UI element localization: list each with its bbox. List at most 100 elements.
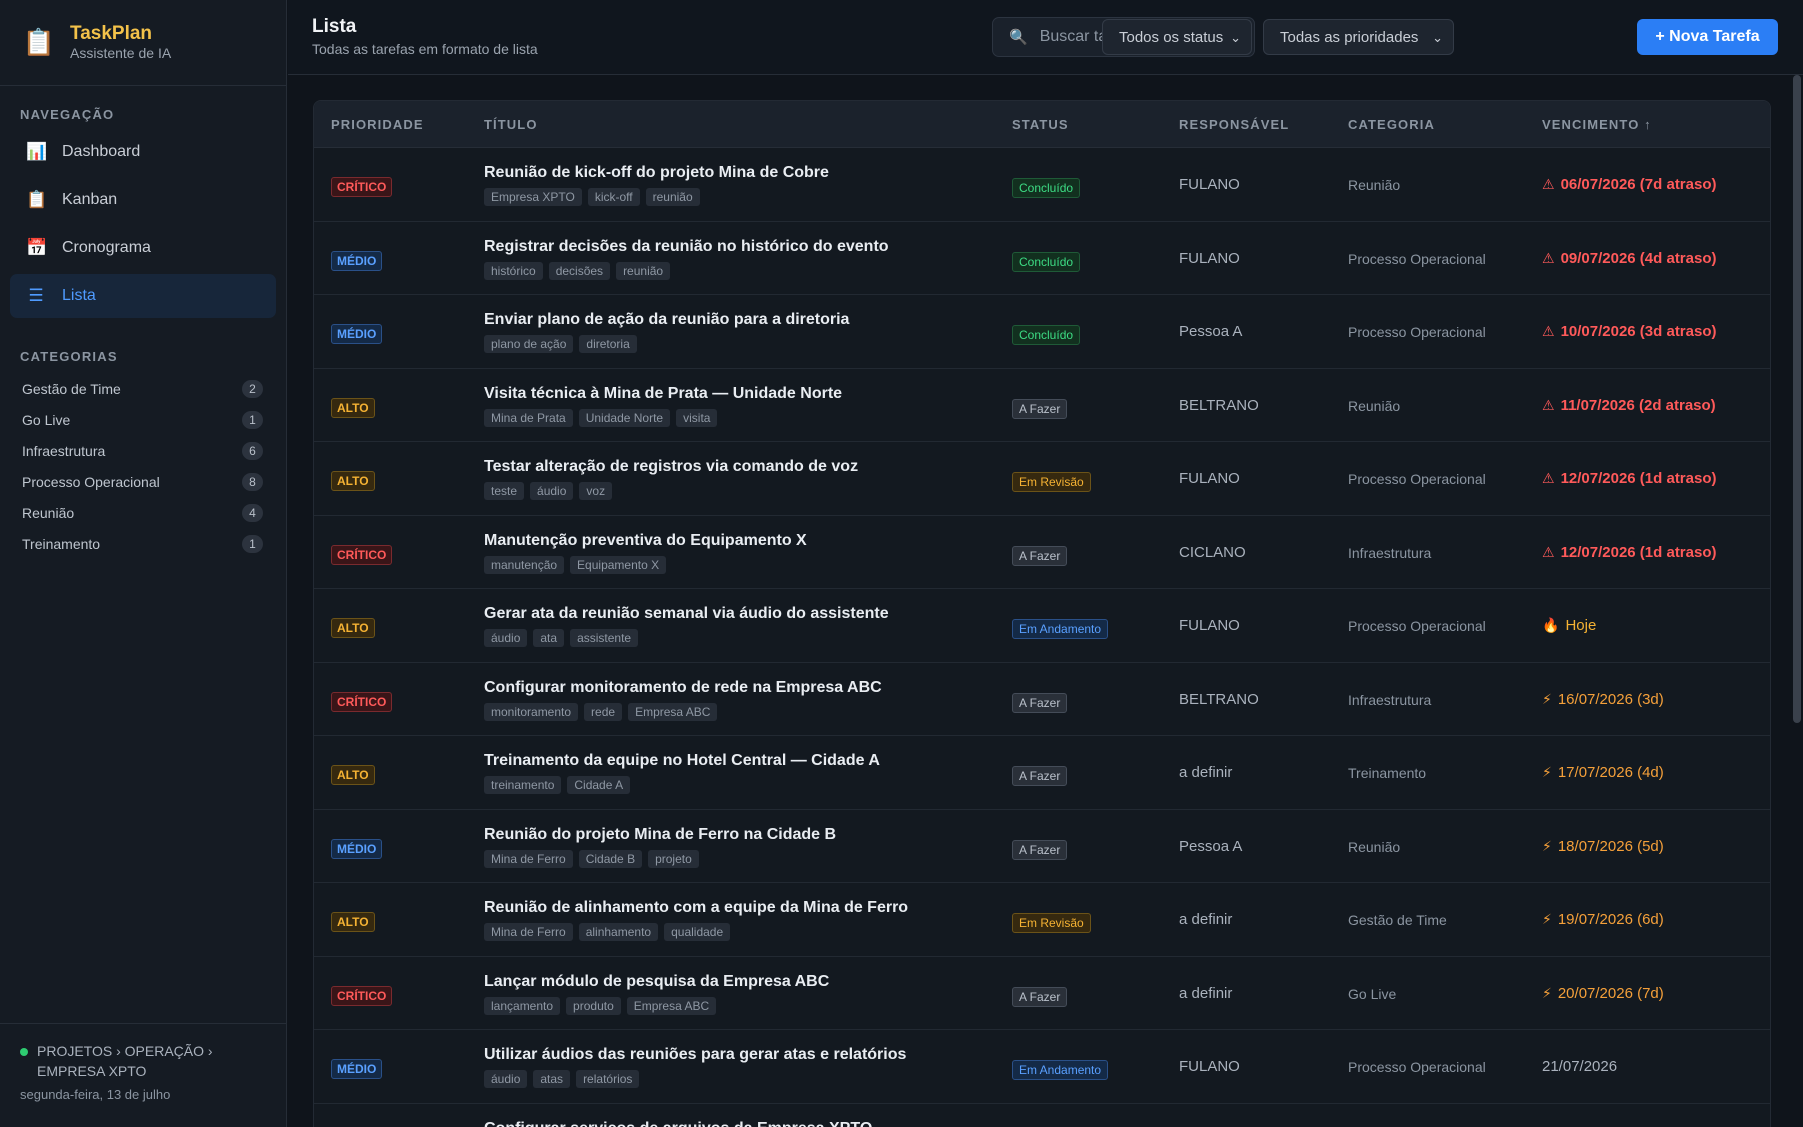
task-title[interactable]: Manutenção preventiva do Equipamento X [484, 532, 807, 550]
column-header-owner[interactable]: RESPONSÁVEL [1179, 117, 1289, 132]
task-tag: Equipamento X [570, 555, 667, 574]
status-filter-select[interactable]: Todos os status ⌄ [1102, 19, 1252, 55]
table-row[interactable]: MÉDIO Utilizar áudios das reuniões para g… [314, 1030, 1770, 1104]
category-item[interactable]: Gestão de Time 2 [0, 373, 286, 404]
sidebar-footer: PROJETOS › OPERAÇÃO › EMPRESA XPTO segun… [0, 1023, 286, 1127]
table-row[interactable]: CRÍTICO Manutenção preventiva do Equipame… [314, 516, 1770, 589]
due-date: 21/07/2026 [1542, 1058, 1617, 1075]
new-task-button[interactable]: + Nova Tarefa [1637, 19, 1778, 55]
task-category: Processo Operacional [1348, 471, 1486, 487]
due-date: ⚠ 12/07/2026 (1d atraso) [1542, 470, 1717, 487]
table-row[interactable]: CRÍTICO Lançar módulo de pesquisa da Empr… [314, 957, 1770, 1030]
category-item[interactable]: Reunião 4 [0, 497, 286, 528]
task-tag: diretoria [579, 335, 637, 353]
priority-badge: CRÍTICO [331, 177, 393, 197]
task-tag: projeto [648, 849, 699, 868]
due-date: ⚡ 20/07/2026 (7d) [1542, 985, 1664, 1002]
nav-item-lista[interactable]: ☰ Lista [10, 274, 276, 318]
column-header-priority[interactable]: PRIORIDADE [331, 117, 424, 132]
table-row[interactable]: Configurar serviços de arquivos da Empre… [314, 1104, 1770, 1127]
task-tag: Cidade B [578, 849, 643, 868]
brand[interactable]: 📋 TaskPlan Assistente de IA [0, 0, 286, 86]
task-title[interactable]: Reunião de kick-off do projeto Mina de C… [484, 164, 829, 182]
due-date: ⚡ 17/07/2026 (4d) [1542, 764, 1664, 781]
table-row[interactable]: CRÍTICO Configurar monitoramento de rede … [314, 663, 1770, 736]
table-row[interactable]: ALTO Gerar ata da reunião semanal via áud… [314, 589, 1770, 663]
column-header-status[interactable]: STATUS [1012, 117, 1069, 132]
task-tags: Mina de Ferro Cidade B projeto [484, 849, 699, 868]
due-date-text: 17/07/2026 (4d) [1557, 764, 1664, 781]
task-tag: histórico [484, 261, 543, 280]
task-tags: treinamento Cidade A [484, 776, 631, 794]
clipboard-icon: 📋 [22, 27, 56, 57]
task-tag: reunião [645, 188, 700, 206]
nav-item-cronograma[interactable]: 📅 Cronograma [10, 226, 276, 270]
category-item[interactable]: Infraestrutura 6 [0, 435, 286, 466]
task-title[interactable]: Configurar serviços de arquivos da Empre… [484, 1120, 872, 1127]
table-row[interactable]: CRÍTICO Reunião de kick-off do projeto Mi… [314, 148, 1770, 222]
category-count-badge: 1 [242, 534, 263, 553]
task-tag: assistente [570, 629, 639, 647]
category-count-badge: 1 [242, 410, 263, 429]
categories-section-title: CATEGORIAS [20, 349, 118, 364]
category-label: Infraestrutura [22, 442, 106, 459]
status-badge: A Fazer [1012, 766, 1068, 786]
task-title[interactable]: Testar alteração de registros via comand… [484, 458, 858, 476]
task-title[interactable]: Registrar decisões da reunião no históri… [484, 238, 889, 256]
table-row[interactable]: ALTO Visita técnica à Mina de Prata — Uni… [314, 369, 1770, 442]
table-row[interactable]: MÉDIO Enviar plano de ação da reunião par… [314, 295, 1770, 369]
priority-badge: ALTO [331, 765, 375, 785]
column-header-title[interactable]: TÍTULO [484, 117, 538, 132]
task-title[interactable]: Utilizar áudios das reuniões para gerar … [484, 1046, 906, 1064]
task-owner: FULANO [1179, 1058, 1240, 1075]
app-subtitle: Assistente de IA [70, 45, 172, 61]
task-title[interactable]: Visita técnica à Mina de Prata — Unidade… [484, 385, 842, 403]
category-label: Go Live [22, 411, 71, 428]
list-icon: ☰ [28, 286, 44, 305]
due-date-text: 11/07/2026 (2d atraso) [1560, 396, 1716, 414]
table-row[interactable]: ALTO Testar alteração de registros via co… [314, 442, 1770, 516]
current-date: segunda-feira, 13 de julho [20, 1087, 171, 1102]
due-date-text: 18/07/2026 (5d) [1557, 837, 1664, 855]
task-tag: plano de ação [484, 335, 574, 353]
task-title[interactable]: Treinamento da equipe no Hotel Central —… [484, 752, 880, 770]
task-title[interactable]: Reunião do projeto Mina de Ferro na Cida… [484, 826, 836, 844]
sidebar: 📋 TaskPlan Assistente de IA NAVEGAÇÃO 📊 … [0, 0, 287, 1127]
task-tag: treinamento [484, 776, 562, 794]
task-title[interactable]: Enviar plano de ação da reunião para a d… [484, 311, 849, 329]
task-owner: FULANO [1179, 249, 1240, 267]
table-row[interactable]: MÉDIO Registrar decisões da reunião no hi… [314, 222, 1770, 295]
priority-filter-select[interactable]: Todas as prioridades ⌄ [1263, 19, 1454, 55]
column-header-category[interactable]: CATEGORIA [1348, 117, 1435, 132]
nav-item-kanban[interactable]: 📋 Kanban [10, 178, 276, 222]
task-title[interactable]: Configurar monitoramento de rede na Empr… [484, 679, 882, 697]
nav-item-dashboard[interactable]: 📊 Dashboard [10, 130, 276, 174]
page-header: Lista Todas as tarefas em formato de lis… [288, 0, 1803, 75]
task-tag: teste [484, 482, 525, 500]
task-tag: relatórios [576, 1070, 640, 1088]
task-title[interactable]: Lançar módulo de pesquisa da Empresa ABC [484, 973, 829, 991]
table-row[interactable]: ALTO Reunião de alinhamento com a equipe … [314, 883, 1770, 957]
task-title[interactable]: Reunião de alinhamento com a equipe da M… [484, 899, 908, 917]
category-item[interactable]: Treinamento 1 [0, 528, 286, 559]
due-date: ⚡ 18/07/2026 (5d) [1542, 838, 1664, 855]
app-name: TaskPlan [70, 23, 153, 44]
online-status-dot [20, 1048, 28, 1056]
task-title[interactable]: Gerar ata da reunião semanal via áudio d… [484, 605, 889, 623]
due-date-text: 06/07/2026 (7d atraso) [1560, 176, 1717, 193]
table-row[interactable]: MÉDIO Reunião do projeto Mina de Ferro na… [314, 810, 1770, 883]
category-item[interactable]: Processo Operacional 8 [0, 466, 286, 497]
table-header: PRIORIDADE TÍTULO STATUS RESPONSÁVEL CAT… [314, 101, 1770, 148]
scrollbar[interactable] [1793, 75, 1801, 723]
lightning-icon: ⚡ [1542, 911, 1552, 927]
column-header-due-date[interactable]: VENCIMENTO ↑ [1542, 117, 1652, 132]
category-item[interactable]: Go Live 1 [0, 404, 286, 435]
status-badge: Em Revisão [1012, 913, 1091, 933]
table-row[interactable]: ALTO Treinamento da equipe no Hotel Centr… [314, 736, 1770, 810]
category-label: Gestão de Time [22, 380, 121, 397]
task-tag: Unidade Norte [578, 408, 671, 427]
task-tag: ata [533, 629, 565, 647]
task-owner: a definir [1179, 984, 1233, 1002]
task-category: Go Live [1348, 985, 1397, 1002]
due-date-text: 20/07/2026 (7d) [1557, 984, 1664, 1002]
